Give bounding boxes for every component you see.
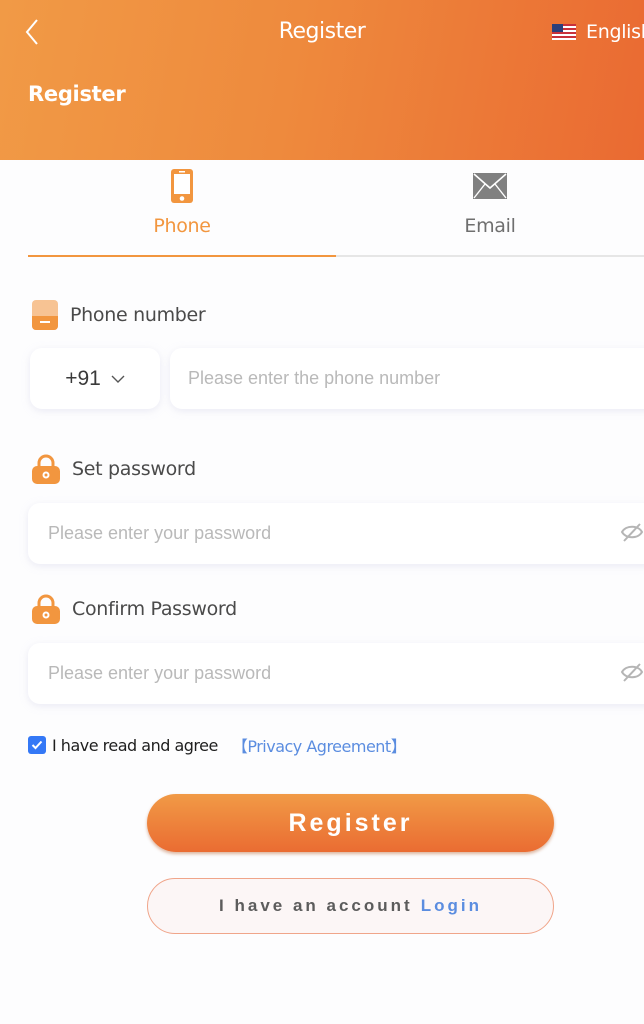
phone-number-field[interactable] <box>170 348 644 409</box>
tab-email[interactable]: Email <box>336 160 644 258</box>
eye-off-icon <box>620 663 644 682</box>
confirm-password-field[interactable] <box>28 643 644 704</box>
agreement-checkbox[interactable] <box>28 736 46 754</box>
country-code-select[interactable]: +91 <box>30 348 160 409</box>
envelope-icon <box>473 173 507 199</box>
agreement-text: I have read and agree <box>52 735 218 755</box>
language-label: English <box>586 21 644 43</box>
phone-book-icon <box>32 300 58 330</box>
login-button[interactable]: I have an account Login <box>147 878 554 934</box>
phone-number-label: Phone number <box>32 300 206 330</box>
set-password-label: Set password <box>32 454 196 484</box>
lock-icon <box>32 454 60 484</box>
checkmark-icon <box>31 740 43 750</box>
us-flag-icon <box>552 24 576 40</box>
header: Register English Register <box>0 0 644 160</box>
language-selector[interactable]: English <box>552 18 644 46</box>
agreement-row: I have read and agree 【Privacy Agreement… <box>28 733 407 757</box>
tab-phone-indicator <box>28 255 336 257</box>
chevron-down-icon <box>111 375 125 383</box>
lock-icon <box>32 594 60 624</box>
tab-phone[interactable]: Phone <box>28 160 336 258</box>
eye-off-icon <box>620 523 644 542</box>
toggle-password-visibility[interactable] <box>620 521 644 547</box>
confirm-password-input[interactable] <box>48 663 602 684</box>
register-button[interactable]: Register <box>147 794 554 852</box>
confirm-password-label: Confirm Password <box>32 594 237 624</box>
password-field[interactable] <box>28 503 644 564</box>
tab-phone-label: Phone <box>153 215 211 237</box>
password-input[interactable] <box>48 523 602 544</box>
login-prefix-text: I have an account <box>219 896 413 915</box>
privacy-agreement-link[interactable]: 【Privacy Agreement】 <box>232 733 407 757</box>
smartphone-icon <box>171 169 193 203</box>
phone-number-input[interactable] <box>188 368 644 389</box>
login-link[interactable]: Login <box>421 896 482 916</box>
register-page: Register English Register <box>0 0 644 1024</box>
tab-email-label: Email <box>464 215 516 237</box>
register-method-tabs: Phone Email <box>28 160 644 258</box>
page-heading: Register <box>28 82 126 106</box>
tab-email-indicator <box>336 255 644 257</box>
toggle-confirm-password-visibility[interactable] <box>620 661 644 687</box>
nav-title: Register <box>278 19 366 44</box>
country-code-value: +91 <box>65 366 101 390</box>
